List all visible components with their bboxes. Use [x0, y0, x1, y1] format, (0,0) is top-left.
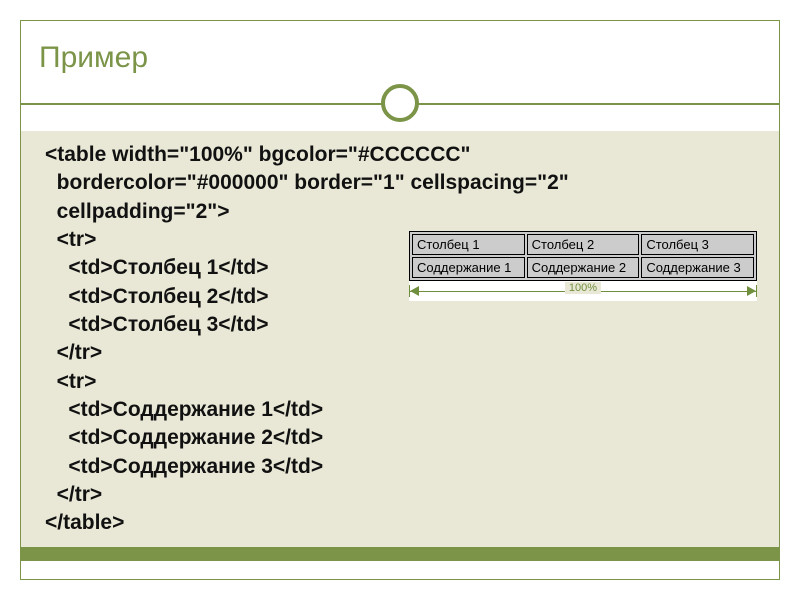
code-line: <td>Столбец 1</td> [45, 256, 268, 279]
content-area: <table width="100%" bgcolor="#CCCCCC" bo… [21, 131, 779, 561]
code-line: <tr> [45, 228, 96, 251]
ring-icon [381, 84, 419, 122]
code-line: <td>Соддержание 3</td> [45, 455, 323, 478]
example-table: Столбец 1 Столбец 2 Столбец 3 Соддержани… [409, 231, 757, 281]
code-line: <td>Столбец 2</td> [45, 285, 268, 308]
arrow-left-icon [410, 286, 419, 296]
code-line: <table width="100%" bgcolor="#CCCCCC" [45, 143, 471, 166]
code-line: cellpadding="2"> [45, 200, 229, 223]
table-cell: Столбец 3 [641, 234, 754, 255]
code-line: </table> [45, 511, 124, 534]
table-cell: Соддержание 2 [527, 257, 640, 278]
table-row: Соддержание 1 Соддержание 2 Соддержание … [412, 257, 754, 278]
table-cell: Соддержание 3 [641, 257, 754, 278]
bottom-accent-bar [21, 547, 779, 561]
code-line: </tr> [45, 483, 102, 506]
code-line: </tr> [45, 341, 102, 364]
code-line: <td>Соддержание 2</td> [45, 426, 323, 449]
rendered-example: Столбец 1 Столбец 2 Столбец 3 Соддержани… [409, 231, 757, 301]
slide-title: Пример [39, 41, 148, 75]
code-block: <table width="100%" bgcolor="#CCCCCC" bo… [45, 141, 759, 538]
slide-frame: Пример <table width="100%" bgcolor="#CCC… [20, 20, 780, 580]
code-line: <tr> [45, 370, 96, 393]
table-cell: Столбец 1 [412, 234, 525, 255]
code-line: <td>Соддержание 1</td> [45, 398, 323, 421]
code-line: bordercolor="#000000" border="1" cellspa… [45, 171, 569, 194]
dimension-row: 100% [409, 283, 757, 301]
arrow-right-icon [747, 286, 756, 296]
code-line: <td>Столбец 3</td> [45, 313, 268, 336]
table-cell: Соддержание 1 [412, 257, 525, 278]
table-cell: Столбец 2 [527, 234, 640, 255]
dimension-label: 100% [565, 282, 601, 294]
table-row: Столбец 1 Столбец 2 Столбец 3 [412, 234, 754, 255]
